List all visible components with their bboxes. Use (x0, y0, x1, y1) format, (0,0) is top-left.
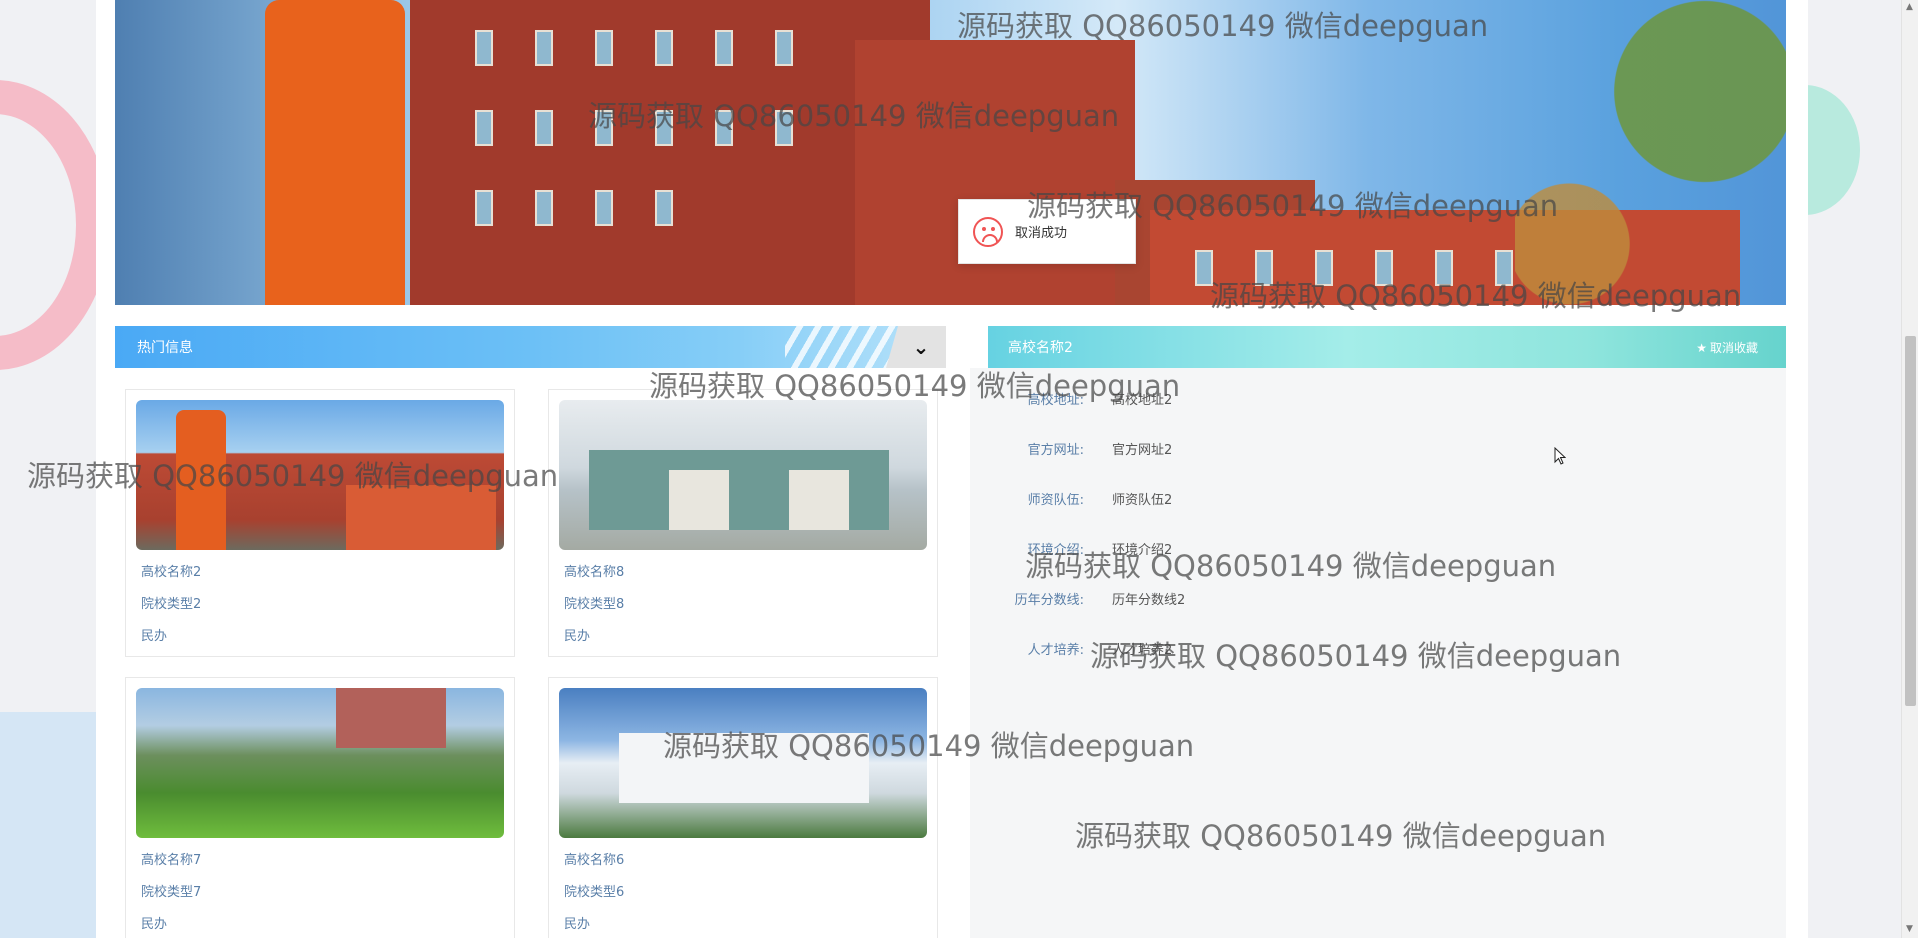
college-nature: 民办 (564, 917, 591, 932)
banner-window (655, 30, 673, 66)
detail-label: 师资队伍: (1027, 492, 1084, 508)
detail-label: 官方网址: (1027, 442, 1084, 458)
scrollbar-thumb[interactable] (1905, 336, 1916, 706)
college-type: 院校类型6 (564, 885, 625, 900)
college-name[interactable]: 高校名称7 (141, 849, 201, 868)
college-type: 院校类型7 (141, 885, 202, 900)
page-content: 取消成功 热门信息 ⌄ 高校名称2 院校类型2 民办 高校名称8 院校类型8 民… (96, 0, 1808, 938)
detail-label: 人才培养: (1027, 642, 1084, 658)
toast-message: 取消成功 (1015, 226, 1068, 241)
detail-value: 高校地址2 (1112, 392, 1173, 408)
college-nature: 民办 (564, 629, 591, 644)
sad-face-icon (973, 216, 1003, 247)
vertical-scrollbar[interactable]: ▲ ▼ (1901, 0, 1918, 938)
detail-row: 历年分数线: 历年分数线2 (970, 583, 1786, 613)
chevron-down-icon: ⌄ (912, 335, 930, 359)
left-background (0, 0, 96, 938)
scroll-up-icon[interactable]: ▲ (1906, 2, 1913, 12)
college-image[interactable] (136, 400, 504, 550)
detail-value: 环境介绍2 (1112, 542, 1173, 558)
banner-window (475, 110, 493, 146)
detail-label: 环境介绍: (1027, 542, 1084, 558)
scroll-down-icon[interactable]: ▼ (1906, 924, 1913, 934)
banner-window (1315, 250, 1333, 286)
mouse-cursor-icon (1554, 447, 1566, 465)
banner-window (1255, 250, 1273, 286)
detail-label: 历年分数线: (1014, 592, 1084, 608)
banner-tower (265, 0, 405, 305)
college-card[interactable]: 高校名称8 院校类型8 民办 (548, 389, 938, 657)
decorative-ring (0, 80, 96, 370)
college-detail-header: 高校名称2 ★ 取消收藏 (988, 326, 1786, 368)
campus-banner-image (115, 0, 1786, 305)
banner-window (1195, 250, 1213, 286)
college-name[interactable]: 高校名称2 (141, 561, 201, 580)
college-image[interactable] (559, 400, 927, 550)
banner-window (655, 190, 673, 226)
banner-window (475, 190, 493, 226)
college-card[interactable]: 高校名称2 院校类型2 民办 (125, 389, 515, 657)
college-image[interactable] (559, 688, 927, 838)
college-nature: 民办 (141, 917, 168, 932)
college-card[interactable]: 高校名称7 院校类型7 民办 (125, 677, 515, 938)
banner-window (595, 30, 613, 66)
banner-window (595, 190, 613, 226)
banner-window (1375, 250, 1393, 286)
college-image[interactable] (136, 688, 504, 838)
college-detail-panel: 高校地址: 高校地址2 官方网址: 官方网址2 师资队伍: 师资队伍2 环境介绍… (970, 368, 1786, 938)
detail-row: 人才培养: 人才培养2 (970, 633, 1786, 663)
banner-window (1495, 250, 1513, 286)
banner-window (475, 30, 493, 66)
star-icon: ★ (1696, 340, 1707, 355)
college-detail-title: 高校名称2 (1008, 340, 1073, 356)
banner-window (715, 30, 733, 66)
detail-value: 历年分数线2 (1112, 592, 1186, 608)
college-type: 院校类型8 (564, 597, 625, 612)
unfavorite-label: 取消收藏 (1709, 340, 1758, 355)
detail-value: 人才培养2 (1112, 642, 1173, 658)
banner-window (655, 110, 673, 146)
detail-row: 师资队伍: 师资队伍2 (970, 483, 1786, 513)
header-stripes (785, 326, 905, 368)
college-name[interactable]: 高校名称8 (564, 561, 624, 580)
college-nature: 民办 (141, 629, 168, 644)
decorative-circle (1808, 85, 1860, 215)
banner-window (535, 30, 553, 66)
college-name[interactable]: 高校名称6 (564, 849, 624, 868)
decorative-block (0, 712, 96, 938)
banner-trees (1515, 0, 1786, 305)
detail-row: 官方网址: 官方网址2 (970, 433, 1786, 463)
detail-value: 官方网址2 (1112, 442, 1173, 458)
hot-info-header: 热门信息 ⌄ (115, 326, 946, 368)
detail-value: 师资队伍2 (1112, 492, 1173, 508)
banner-window (535, 190, 553, 226)
detail-row: 环境介绍: 环境介绍2 (970, 533, 1786, 563)
college-card[interactable]: 高校名称6 院校类型6 民办 (548, 677, 938, 938)
college-type: 院校类型2 (141, 597, 202, 612)
detail-label: 高校地址: (1027, 392, 1084, 408)
banner-window (1435, 250, 1453, 286)
banner-window (775, 30, 793, 66)
banner-window (715, 110, 733, 146)
toast-notification: 取消成功 (958, 199, 1136, 264)
hot-info-title: 热门信息 (137, 340, 193, 356)
detail-row: 高校地址: 高校地址2 (970, 383, 1786, 413)
banner-window (775, 110, 793, 146)
unfavorite-button[interactable]: ★ 取消收藏 (1696, 339, 1758, 356)
banner-building (855, 40, 1135, 305)
banner-window (535, 110, 553, 146)
banner-window (595, 110, 613, 146)
